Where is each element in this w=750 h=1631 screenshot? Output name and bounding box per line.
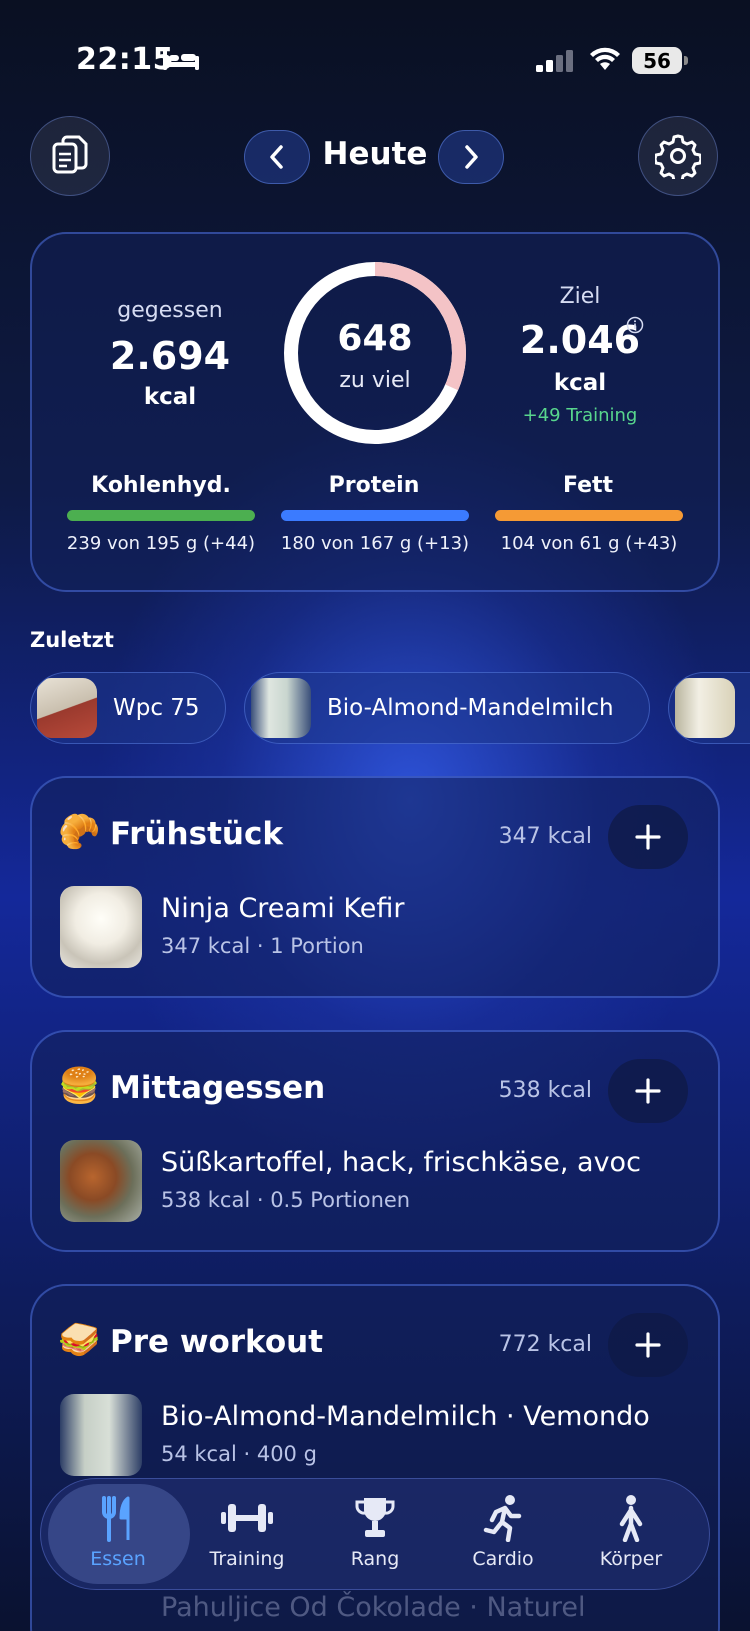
plus-icon bbox=[635, 824, 661, 850]
food-name[interactable]: Pahuljice Od Čokolade · Naturel bbox=[161, 1592, 750, 1623]
ring-value: 648 bbox=[337, 318, 413, 359]
macro-protein-label: Protein bbox=[328, 473, 420, 498]
food-detail: 54 kcal · 400 g bbox=[161, 1442, 317, 1466]
goal-label: Ziel bbox=[559, 284, 601, 309]
recent-chip[interactable] bbox=[668, 672, 750, 744]
person-body-icon bbox=[619, 1495, 643, 1542]
trophy-icon bbox=[355, 1498, 395, 1537]
macro-carbs-bar bbox=[67, 510, 255, 521]
status-time: 22:15 bbox=[76, 42, 174, 77]
goal-training-bonus: +49 Training bbox=[522, 405, 638, 426]
copy-button[interactable] bbox=[30, 116, 110, 196]
info-icon[interactable] bbox=[626, 316, 644, 334]
wifi-icon bbox=[590, 47, 620, 70]
croissant-icon: 🥐 bbox=[58, 812, 101, 852]
tab-rang[interactable]: Rang bbox=[315, 1494, 435, 1582]
goal-unit: kcal bbox=[553, 370, 607, 396]
tab-label: Training bbox=[209, 1548, 285, 1570]
product-thumbnail bbox=[37, 678, 97, 738]
product-thumbnail bbox=[251, 678, 311, 738]
tab-label: Essen bbox=[90, 1548, 146, 1570]
recent-chip[interactable]: Wpc 75 bbox=[30, 672, 226, 744]
recent-chip-label: Bio-Almond-Mandelmilch bbox=[327, 695, 614, 721]
recent-chip[interactable]: Bio-Almond-Mandelmilch bbox=[244, 672, 650, 744]
dumbbell-icon bbox=[221, 1504, 273, 1532]
previous-day-button[interactable] bbox=[244, 130, 310, 184]
tab-essen[interactable]: Essen bbox=[58, 1494, 178, 1582]
settings-button[interactable] bbox=[638, 116, 718, 196]
eaten-unit: kcal bbox=[143, 384, 197, 410]
chevron-left-icon bbox=[270, 145, 283, 169]
food-name[interactable]: Bio-Almond-Mandelmilch · Vemondo bbox=[161, 1401, 650, 1432]
sleep-bed-icon bbox=[163, 50, 199, 70]
gear-icon bbox=[655, 134, 701, 179]
tab-label: Körper bbox=[599, 1548, 663, 1570]
recent-chip-label: Wpc 75 bbox=[113, 695, 200, 721]
ring-label: zu viel bbox=[339, 368, 411, 393]
macro-fat-detail: 104 von 61 g (+43) bbox=[500, 533, 678, 554]
add-food-button[interactable] bbox=[608, 1313, 688, 1377]
battery-indicator: 56 bbox=[632, 47, 688, 74]
macro-carbs-label: Kohlenhyd. bbox=[91, 473, 231, 498]
cellular-signal-icon bbox=[536, 50, 573, 72]
burger-icon: 🍔 bbox=[58, 1066, 101, 1106]
macro-protein-bar bbox=[281, 510, 469, 521]
macro-carbs-detail: 239 von 195 g (+44) bbox=[66, 533, 256, 554]
eaten-label: gegessen bbox=[117, 298, 223, 323]
macro-fat-label: Fett bbox=[562, 473, 614, 498]
tab-cardio[interactable]: Cardio bbox=[443, 1494, 563, 1582]
meal-title: Frühstück bbox=[110, 816, 283, 852]
running-person-icon bbox=[483, 1495, 522, 1542]
next-day-button[interactable] bbox=[438, 130, 504, 184]
add-food-button[interactable] bbox=[608, 805, 688, 869]
macro-protein-detail: 180 von 167 g (+13) bbox=[280, 533, 470, 554]
chevron-right-icon bbox=[465, 145, 478, 169]
meal-kcal: 347 kcal bbox=[498, 824, 592, 849]
plus-icon bbox=[635, 1332, 661, 1358]
product-thumbnail bbox=[675, 678, 735, 738]
plus-icon bbox=[635, 1078, 661, 1104]
eaten-value: 2.694 bbox=[109, 334, 231, 378]
food-thumbnail bbox=[60, 1394, 142, 1476]
fork-knife-icon bbox=[102, 1496, 130, 1542]
food-detail: 347 kcal · 1 Portion bbox=[161, 934, 364, 958]
food-thumbnail bbox=[60, 1140, 142, 1222]
meal-kcal: 772 kcal bbox=[498, 1332, 592, 1357]
food-detail: 538 kcal · 0.5 Portionen bbox=[161, 1188, 411, 1212]
food-thumbnail bbox=[60, 886, 142, 968]
food-name[interactable]: Süßkartoffel, hack, frischkäse, avoc bbox=[161, 1147, 641, 1178]
tab-label: Rang bbox=[350, 1548, 400, 1570]
sandwich-icon: 🥪 bbox=[58, 1320, 101, 1360]
meal-title: Mittagessen bbox=[110, 1070, 326, 1106]
recent-section-title: Zuletzt bbox=[30, 628, 114, 652]
macro-fat-bar bbox=[495, 510, 683, 521]
day-title: Heute bbox=[322, 136, 428, 172]
meal-title: Pre workout bbox=[110, 1324, 324, 1360]
add-food-button[interactable] bbox=[608, 1059, 688, 1123]
food-name[interactable]: Ninja Creami Kefir bbox=[161, 893, 404, 924]
tab-training[interactable]: Training bbox=[187, 1494, 307, 1582]
copy-icon bbox=[52, 135, 88, 174]
tab-label: Cardio bbox=[472, 1548, 534, 1570]
tab-koerper[interactable]: Körper bbox=[571, 1494, 691, 1582]
meal-kcal: 538 kcal bbox=[498, 1078, 592, 1103]
